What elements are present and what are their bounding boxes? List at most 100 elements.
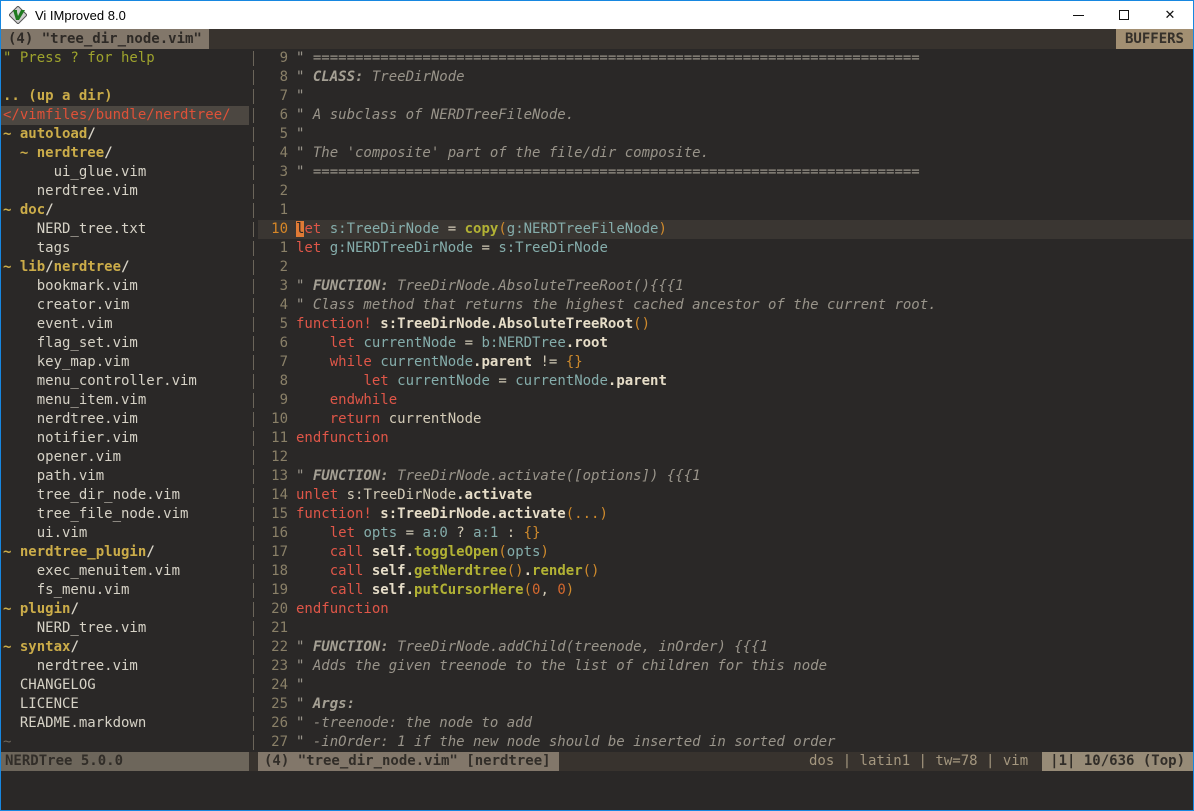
code-text: endwhile [288, 391, 397, 410]
code-line[interactable]: 8 let currentNode = currentNode.parent [258, 372, 1193, 391]
code-line[interactable]: 4" Class method that returns the highest… [258, 296, 1193, 315]
tree-up-a-dir[interactable]: .. (up a dir) [3, 87, 249, 106]
code-line[interactable]: 18 call self.getNerdtree().render() [258, 562, 1193, 581]
close-button[interactable]: ✕ [1147, 1, 1193, 29]
line-number: 2 [258, 258, 288, 277]
tree-file[interactable]: tree_file_node.vim [3, 505, 249, 524]
line-number: 8 [258, 372, 288, 391]
line-number: 3 [258, 163, 288, 182]
tree-root-path[interactable]: </vimfiles/bundle/nerdtree/ [1, 106, 249, 125]
tree-file[interactable]: NERD_tree.vim [3, 619, 249, 638]
code-text: call self.getNerdtree().render() [288, 562, 599, 581]
tree-file[interactable]: opener.vim [3, 448, 249, 467]
code-line[interactable]: 7 while currentNode.parent != {} [258, 353, 1193, 372]
buffers-label: BUFFERS [1116, 29, 1193, 49]
code-line[interactable]: 7" [258, 87, 1193, 106]
tree-file[interactable]: ui.vim [3, 524, 249, 543]
code-line[interactable]: 6 let currentNode = b:NERDTree.root [258, 334, 1193, 353]
line-number: 7 [258, 353, 288, 372]
line-number: 14 [258, 486, 288, 505]
code-text: " Adds the given treenode to the list of… [288, 657, 827, 676]
tree-file[interactable]: event.vim [3, 315, 249, 334]
code-line[interactable]: 10 return currentNode [258, 410, 1193, 429]
line-number: 26 [258, 714, 288, 733]
code-line[interactable]: 3" =====================================… [258, 163, 1193, 182]
tree-file[interactable]: LICENCE [3, 695, 249, 714]
tree-file[interactable]: exec_menuitem.vim [3, 562, 249, 581]
tree-file[interactable]: notifier.vim [3, 429, 249, 448]
tree-file[interactable]: path.vim [3, 467, 249, 486]
code-line-current[interactable]: 10let s:TreeDirNode = copy(g:NERDTreeFil… [258, 220, 1193, 239]
code-line[interactable]: 1 [258, 201, 1193, 220]
code-line[interactable]: 19 call self.putCursorHere(0, 0) [258, 581, 1193, 600]
tree-dir[interactable]: ~ lib/nerdtree/ [3, 258, 249, 277]
code-line[interactable]: 20endfunction [258, 600, 1193, 619]
code-line[interactable]: 21 [258, 619, 1193, 638]
code-text: let opts = a:0 ? a:1 : {} [288, 524, 541, 543]
tree-empty-tilde: ~ [3, 733, 249, 752]
code-line[interactable]: 9" =====================================… [258, 49, 1193, 68]
tree-file[interactable]: nerdtree.vim [3, 410, 249, 429]
code-line[interactable]: 14unlet s:TreeDirNode.activate [258, 486, 1193, 505]
code-text [288, 258, 296, 277]
tree-file[interactable]: nerdtree.vim [3, 182, 249, 201]
code-line[interactable]: 13" FUNCTION: TreeDirNode.activate([opti… [258, 467, 1193, 486]
code-line[interactable]: 5function! s:TreeDirNode.AbsoluteTreeRoo… [258, 315, 1193, 334]
tree-dir[interactable]: ~ doc/ [3, 201, 249, 220]
tree-dir[interactable]: ~ autoload/ [3, 125, 249, 144]
code-line[interactable]: 17 call self.toggleOpen(opts) [258, 543, 1193, 562]
tree-dir[interactable]: ~ plugin/ [3, 600, 249, 619]
tree-blank-row [3, 68, 249, 87]
minimize-button[interactable] [1055, 1, 1101, 29]
code-text [288, 448, 296, 467]
code-text: let s:TreeDirNode = copy(g:NERDTreeFileN… [288, 220, 667, 239]
code-text: " -inOrder: 1 if the new node should be … [288, 733, 835, 752]
vertical-split-separator[interactable] [249, 49, 258, 771]
tree-file[interactable]: README.markdown [3, 714, 249, 733]
code-line[interactable]: 1let g:NERDTreeDirNode = s:TreeDirNode [258, 239, 1193, 258]
code-line[interactable]: 24" [258, 676, 1193, 695]
line-number: 8 [258, 68, 288, 87]
tree-file[interactable]: ui_glue.vim [3, 163, 249, 182]
tree-file[interactable]: CHANGELOG [3, 676, 249, 695]
code-line[interactable]: 4" The 'composite' part of the file/dir … [258, 144, 1193, 163]
code-text: return currentNode [288, 410, 481, 429]
code-line[interactable]: 2 [258, 258, 1193, 277]
tree-dir[interactable]: ~ nerdtree_plugin/ [3, 543, 249, 562]
code-line[interactable]: 25" Args: [258, 695, 1193, 714]
tree-file[interactable]: fs_menu.vim [3, 581, 249, 600]
tree-dir[interactable]: ~ syntax/ [3, 638, 249, 657]
code-line[interactable]: 23" Adds the given treenode to the list … [258, 657, 1193, 676]
tree-file[interactable]: bookmark.vim [3, 277, 249, 296]
code-line[interactable]: 2 [258, 182, 1193, 201]
code-line[interactable]: 27" -inOrder: 1 if the new node should b… [258, 733, 1193, 752]
tree-file[interactable]: NERD_tree.txt [3, 220, 249, 239]
code-text: " Class method that returns the highest … [288, 296, 937, 315]
code-line[interactable]: 11endfunction [258, 429, 1193, 448]
code-line[interactable]: 15function! s:TreeDirNode.activate(...) [258, 505, 1193, 524]
tree-file[interactable]: flag_set.vim [3, 334, 249, 353]
tree-file[interactable]: tree_dir_node.vim [3, 486, 249, 505]
command-line-area[interactable] [1, 771, 1193, 810]
code-line[interactable]: 9 endwhile [258, 391, 1193, 410]
code-line[interactable]: 26" -treenode: the node to add [258, 714, 1193, 733]
code-line[interactable]: 5" [258, 125, 1193, 144]
code-line[interactable]: 8" CLASS: TreeDirNode [258, 68, 1193, 87]
code-line[interactable]: 16 let opts = a:0 ? a:1 : {} [258, 524, 1193, 543]
line-number: 5 [258, 315, 288, 334]
tree-dir[interactable]: ~ nerdtree/ [3, 144, 249, 163]
code-line[interactable]: 3" FUNCTION: TreeDirNode.AbsoluteTreeRoo… [258, 277, 1193, 296]
tree-file[interactable]: key_map.vim [3, 353, 249, 372]
tree-file[interactable]: menu_controller.vim [3, 372, 249, 391]
line-number: 12 [258, 448, 288, 467]
code-line[interactable]: 22" FUNCTION: TreeDirNode.addChild(treen… [258, 638, 1193, 657]
tab-active-buffer[interactable]: (4) "tree_dir_node.vim" [1, 29, 209, 49]
tree-file[interactable]: tags [3, 239, 249, 258]
tree-file[interactable]: nerdtree.vim [3, 657, 249, 676]
tree-file[interactable]: menu_item.vim [3, 391, 249, 410]
tree-file[interactable]: creator.vim [3, 296, 249, 315]
code-area[interactable]: 9" =====================================… [258, 49, 1193, 752]
maximize-button[interactable] [1101, 1, 1147, 29]
code-line[interactable]: 12 [258, 448, 1193, 467]
code-line[interactable]: 6" A subclass of NERDTreeFileNode. [258, 106, 1193, 125]
